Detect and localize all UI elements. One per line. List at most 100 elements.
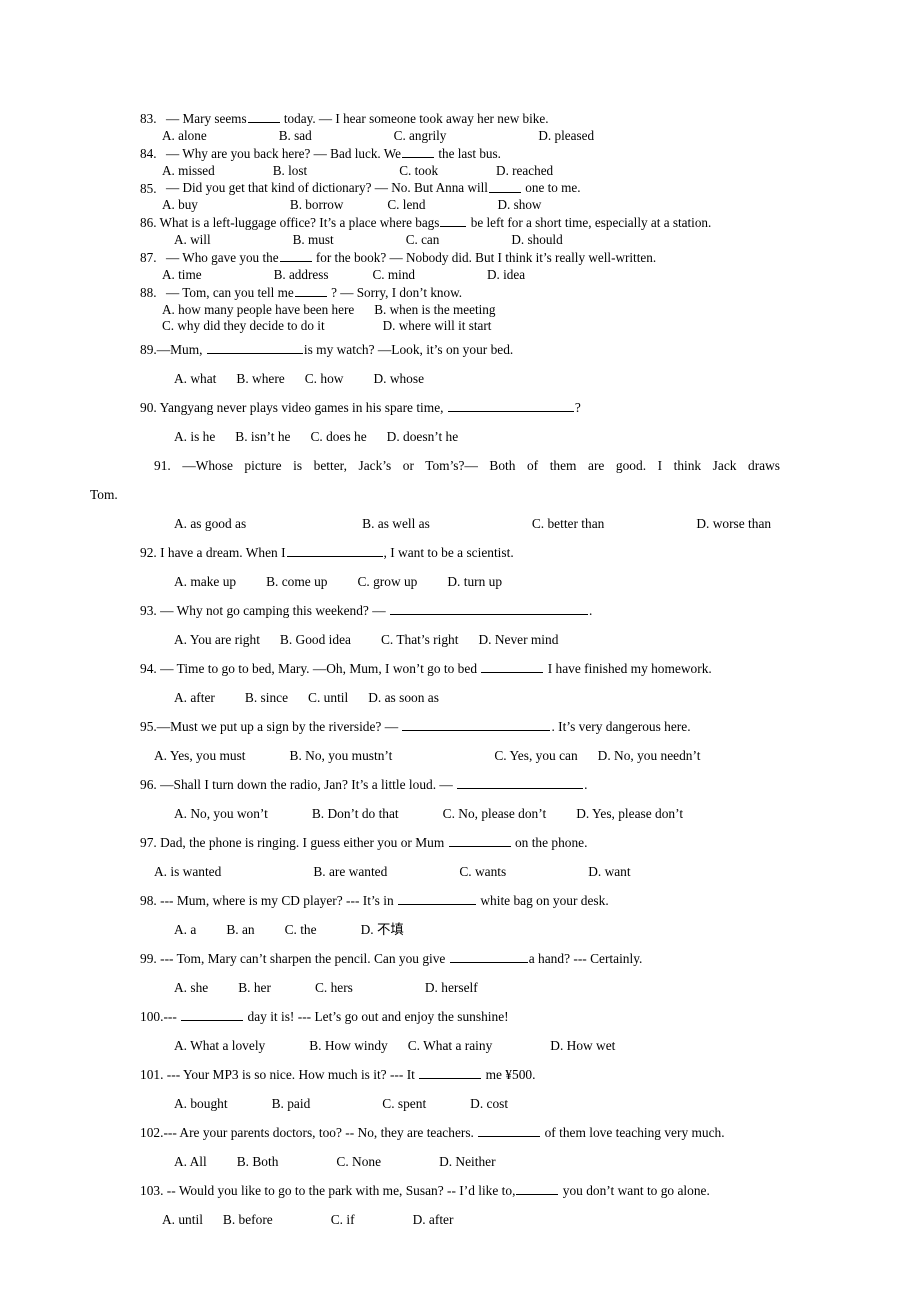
option-b[interactable]: B. Don’t do that: [312, 806, 399, 821]
option-a[interactable]: A. You are right: [174, 632, 260, 647]
option-b[interactable]: B. an: [226, 922, 254, 937]
answer-blank[interactable]: [294, 284, 327, 297]
answer-blank[interactable]: [206, 341, 303, 355]
option-b[interactable]: B. before: [223, 1212, 273, 1227]
option-b[interactable]: B. No, you mustn’t: [290, 748, 393, 763]
option-c[interactable]: C. What a rainy: [408, 1038, 493, 1053]
answer-blank[interactable]: [286, 544, 383, 558]
option-d[interactable]: D. after: [413, 1212, 454, 1227]
option-a[interactable]: A. bought: [174, 1096, 228, 1111]
option-c[interactable]: C. Yes, you can: [494, 748, 577, 763]
answer-blank[interactable]: [247, 110, 280, 124]
option-b[interactable]: B. are wanted: [313, 864, 387, 879]
option-d[interactable]: D. herself: [425, 980, 478, 995]
option-a[interactable]: A. time: [162, 267, 202, 282]
option-c[interactable]: C. hers: [315, 980, 353, 995]
option-a[interactable]: A. how many people have been here: [162, 302, 354, 317]
option-b[interactable]: B. when is the meeting: [374, 302, 495, 317]
option-b[interactable]: B. must: [293, 232, 334, 247]
option-c[interactable]: C. wants: [459, 864, 506, 879]
answer-blank[interactable]: [449, 950, 528, 964]
option-b[interactable]: B. since: [245, 690, 288, 705]
option-a[interactable]: A. Yes, you must: [154, 748, 246, 763]
answer-blank[interactable]: [389, 602, 588, 616]
option-b[interactable]: B. Both: [237, 1154, 279, 1169]
option-a[interactable]: A. What a lovely: [174, 1038, 265, 1053]
option-b[interactable]: B. How windy: [309, 1038, 388, 1053]
option-a[interactable]: A. make up: [174, 574, 236, 589]
option-d[interactable]: D. where will it start: [383, 318, 492, 333]
option-a[interactable]: A. is wanted: [154, 864, 221, 879]
option-b[interactable]: B. sad: [279, 128, 312, 143]
answer-blank[interactable]: [447, 399, 574, 413]
answer-blank[interactable]: [478, 1124, 541, 1138]
option-a[interactable]: A. what: [174, 371, 216, 386]
option-b[interactable]: B. Good idea: [280, 632, 351, 647]
option-b[interactable]: B. where: [236, 371, 284, 386]
answer-blank[interactable]: [481, 660, 544, 674]
option-c[interactable]: C. That’s right: [381, 632, 459, 647]
option-b[interactable]: B. as well as: [362, 516, 430, 531]
option-a[interactable]: A. missed: [162, 163, 215, 178]
option-d[interactable]: D. 不填: [361, 922, 404, 937]
option-d[interactable]: D. reached: [496, 163, 553, 178]
option-c[interactable]: C. if: [331, 1212, 355, 1227]
option-d[interactable]: D. cost: [470, 1096, 508, 1111]
option-c[interactable]: C. took: [399, 163, 438, 178]
option-d[interactable]: D. show: [498, 197, 542, 212]
option-c[interactable]: C. None: [336, 1154, 381, 1169]
option-a[interactable]: A. she: [174, 980, 208, 995]
option-c[interactable]: C. No, please don’t: [443, 806, 547, 821]
option-d[interactable]: D. worse than: [696, 516, 771, 531]
option-d[interactable]: D. turn up: [447, 574, 502, 589]
answer-blank[interactable]: [398, 892, 477, 906]
option-c[interactable]: C. grow up: [357, 574, 417, 589]
option-c[interactable]: C. does he: [310, 429, 366, 444]
option-b[interactable]: B. her: [238, 980, 271, 995]
option-a[interactable]: A. buy: [162, 197, 198, 212]
answer-blank[interactable]: [488, 179, 521, 193]
option-c[interactable]: C. angrily: [394, 128, 447, 143]
option-d[interactable]: D. Yes, please don’t: [576, 806, 683, 821]
option-c[interactable]: C. can: [406, 232, 440, 247]
option-c[interactable]: C. spent: [382, 1096, 426, 1111]
option-b[interactable]: B. come up: [266, 574, 327, 589]
option-d[interactable]: D. Never mind: [478, 632, 558, 647]
answer-blank[interactable]: [440, 214, 467, 228]
option-a[interactable]: A. will: [174, 232, 211, 247]
option-d[interactable]: D. want: [588, 864, 630, 879]
answer-blank[interactable]: [448, 834, 511, 848]
option-c[interactable]: C. mind: [373, 267, 416, 282]
answer-blank[interactable]: [457, 776, 584, 790]
option-b[interactable]: B. address: [274, 267, 329, 282]
option-d[interactable]: D. doesn’t he: [387, 429, 459, 444]
option-d[interactable]: D. pleased: [538, 128, 594, 143]
option-d[interactable]: D. How wet: [550, 1038, 615, 1053]
answer-blank[interactable]: [516, 1182, 559, 1196]
option-b[interactable]: B. borrow: [290, 197, 343, 212]
option-c[interactable]: C. lend: [387, 197, 425, 212]
option-a[interactable]: A. is he: [174, 429, 215, 444]
option-d[interactable]: D. No, you needn’t: [598, 748, 701, 763]
option-a[interactable]: A. as good as: [174, 516, 246, 531]
option-a[interactable]: A. No, you won’t: [174, 806, 268, 821]
option-a[interactable]: A. after: [174, 690, 215, 705]
option-d[interactable]: D. should: [511, 232, 562, 247]
option-b[interactable]: B. isn’t he: [235, 429, 290, 444]
option-a[interactable]: A. a: [174, 922, 196, 937]
option-d[interactable]: D. as soon as: [368, 690, 439, 705]
option-b[interactable]: B. paid: [272, 1096, 311, 1111]
option-c[interactable]: C. until: [308, 690, 348, 705]
answer-blank[interactable]: [279, 249, 312, 263]
option-a[interactable]: A. until: [162, 1212, 203, 1227]
answer-blank[interactable]: [419, 1066, 482, 1080]
option-d[interactable]: D. idea: [487, 267, 525, 282]
option-a[interactable]: A. All: [174, 1154, 207, 1169]
option-b[interactable]: B. lost: [273, 163, 307, 178]
option-d[interactable]: D. whose: [373, 371, 424, 386]
answer-blank[interactable]: [402, 145, 435, 158]
answer-blank[interactable]: [181, 1008, 244, 1022]
option-d[interactable]: D. Neither: [439, 1154, 496, 1169]
option-c[interactable]: C. better than: [532, 516, 605, 531]
option-a[interactable]: A. alone: [162, 128, 207, 143]
